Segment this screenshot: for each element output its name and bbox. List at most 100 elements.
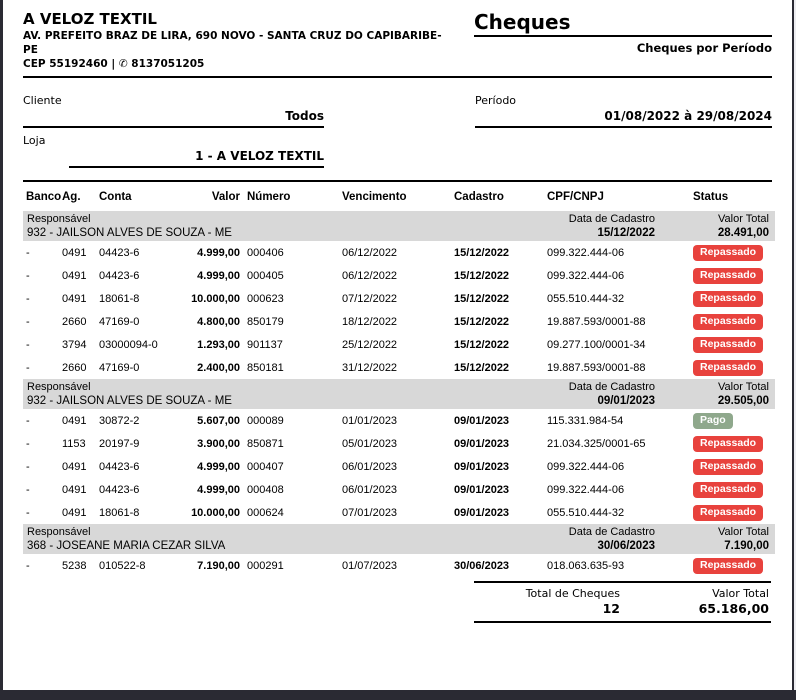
cell-status: Repassado [687, 268, 771, 284]
cheque-group: Responsável 368 - JOSEANE MARIA CEZAR SI… [23, 524, 772, 577]
cliente-field: Cliente Todos [23, 94, 324, 128]
data-cadastro-label: Data de Cadastro [569, 526, 655, 539]
data-cadastro-block: Data de Cadastro 30/06/2023 [569, 526, 655, 553]
status-badge: Repassado [693, 459, 763, 475]
cell-vencimento: 18/12/2022 [329, 316, 439, 328]
col-header-valor: Valor [167, 191, 240, 203]
cell-conta: 04423-6 [95, 461, 167, 473]
cell-valor: 10.000,00 [167, 507, 240, 519]
cell-valor: 1.293,00 [167, 339, 240, 351]
cheque-row: - 2660 47169-0 4.800,00 850179 18/12/202… [23, 310, 772, 333]
report-title: Cheques [474, 10, 772, 37]
status-badge: Repassado [693, 436, 763, 452]
cell-status: Pago [687, 413, 771, 429]
cell-conta: 18061-8 [95, 507, 167, 519]
status-badge: Repassado [693, 482, 763, 498]
cell-vencimento: 01/07/2023 [329, 560, 439, 572]
periodo-value: 01/08/2022 à 29/08/2024 [475, 109, 772, 123]
total-cheques-label: Total de Cheques [474, 587, 620, 601]
cell-valor: 4.999,00 [167, 461, 240, 473]
cell-banco: - [23, 339, 57, 351]
cell-status: Repassado [687, 314, 771, 330]
cell-vencimento: 07/01/2023 [329, 507, 439, 519]
responsavel-name: 932 - JAILSON ALVES DE SOUZA - ME [27, 394, 232, 408]
cell-status: Repassado [687, 291, 771, 307]
periodo-valuebox: 01/08/2022 à 29/08/2024 [475, 109, 772, 128]
cell-valor: 4.800,00 [167, 316, 240, 328]
group-rows: - 0491 30872-2 5.607,00 000089 01/01/202… [23, 409, 772, 524]
group-rows: - 5238 010522-8 7.190,00 000291 01/07/20… [23, 554, 772, 577]
cell-vencimento: 07/12/2022 [329, 293, 439, 305]
status-badge: Repassado [693, 505, 763, 521]
cell-ag: 0491 [57, 507, 95, 519]
report-header: A VELOZ TEXTIL AV. PREFEITO BRAZ DE LIRA… [23, 10, 772, 71]
status-badge: Repassado [693, 245, 763, 261]
cell-banco: - [23, 507, 57, 519]
cheque-row: - 0491 04423-6 4.999,00 000408 06/01/202… [23, 478, 772, 501]
cell-cadastro: 15/12/2022 [439, 270, 534, 282]
cell-banco: - [23, 293, 57, 305]
cell-numero: 000291 [240, 560, 329, 572]
company-cep-phone: CEP 55192460 | ✆ 8137051205 [23, 57, 453, 71]
group-valor-total-value: 7.190,00 [718, 539, 769, 553]
cell-ag: 2660 [57, 316, 95, 328]
cell-numero: 000624 [240, 507, 329, 519]
group-rows: - 0491 04423-6 4.999,00 000406 06/12/202… [23, 241, 772, 379]
cell-banco: - [23, 560, 57, 572]
cell-vencimento: 05/01/2023 [329, 438, 439, 450]
col-header-conta: Conta [95, 191, 167, 203]
filters-row-1: Cliente Todos Período 01/08/2022 à 29/08… [23, 94, 772, 128]
cell-numero: 850179 [240, 316, 329, 328]
responsavel-name: 932 - JAILSON ALVES DE SOUZA - ME [27, 226, 232, 240]
responsavel-label: Responsável [27, 526, 225, 539]
cell-valor: 5.607,00 [167, 415, 240, 427]
col-header-vencimento: Vencimento [329, 191, 439, 203]
cell-banco: - [23, 438, 57, 450]
cell-cpf-cnpj: 099.322.444-06 [534, 484, 687, 496]
cell-cadastro: 09/01/2023 [439, 484, 534, 496]
cell-valor: 4.999,00 [167, 270, 240, 282]
cell-numero: 000405 [240, 270, 329, 282]
periodo-field: Período 01/08/2022 à 29/08/2024 [475, 94, 772, 128]
cell-conta: 47169-0 [95, 362, 167, 374]
cell-cpf-cnpj: 055.510.444-32 [534, 293, 687, 305]
cell-banco: - [23, 270, 57, 282]
responsavel-block: Responsável 368 - JOSEANE MARIA CEZAR SI… [27, 526, 225, 553]
cell-ag: 0491 [57, 415, 95, 427]
cell-cadastro: 09/01/2023 [439, 461, 534, 473]
cell-status: Repassado [687, 360, 771, 376]
cell-numero: 000623 [240, 293, 329, 305]
col-header-status: Status [687, 191, 771, 203]
cell-valor: 3.900,00 [167, 438, 240, 450]
cell-cadastro: 15/12/2022 [439, 316, 534, 328]
cell-conta: 010522-8 [95, 560, 167, 572]
total-cheques-value: 12 [474, 601, 620, 616]
cell-vencimento: 01/01/2023 [329, 415, 439, 427]
report-page: A VELOZ TEXTIL AV. PREFEITO BRAZ DE LIRA… [3, 0, 792, 690]
cell-status: Repassado [687, 505, 771, 521]
cell-ag: 2660 [57, 362, 95, 374]
cheque-row: - 0491 04423-6 4.999,00 000405 06/12/202… [23, 264, 772, 287]
status-badge: Repassado [693, 337, 763, 353]
cheques-table: Banco Ag. Conta Valor Número Vencimento … [23, 180, 772, 577]
status-badge: Pago [693, 413, 733, 429]
data-cadastro-block: Data de Cadastro 15/12/2022 [569, 213, 655, 240]
cell-cpf-cnpj: 099.322.444-06 [534, 270, 687, 282]
data-cadastro-label: Data de Cadastro [569, 381, 655, 394]
title-block: Cheques Cheques por Período [474, 10, 772, 71]
cell-status: Repassado [687, 459, 771, 475]
cliente-valuebox: Todos [23, 109, 324, 128]
cell-numero: 000089 [240, 415, 329, 427]
cell-ag: 3794 [57, 339, 95, 351]
responsavel-label: Responsável [27, 381, 232, 394]
data-cadastro-value: 09/01/2023 [569, 394, 655, 408]
cell-conta: 04423-6 [95, 484, 167, 496]
cell-status: Repassado [687, 337, 771, 353]
group-band: Responsável 932 - JAILSON ALVES DE SOUZA… [23, 211, 775, 241]
data-cadastro-value: 15/12/2022 [569, 226, 655, 240]
totals-footer: Total de Cheques 12 Valor Total 65.186,0… [474, 581, 771, 623]
cell-valor: 4.999,00 [167, 247, 240, 259]
cell-banco: - [23, 316, 57, 328]
group-valor-total-label: Valor Total [718, 526, 769, 539]
group-valor-total-value: 28.491,00 [718, 226, 769, 240]
